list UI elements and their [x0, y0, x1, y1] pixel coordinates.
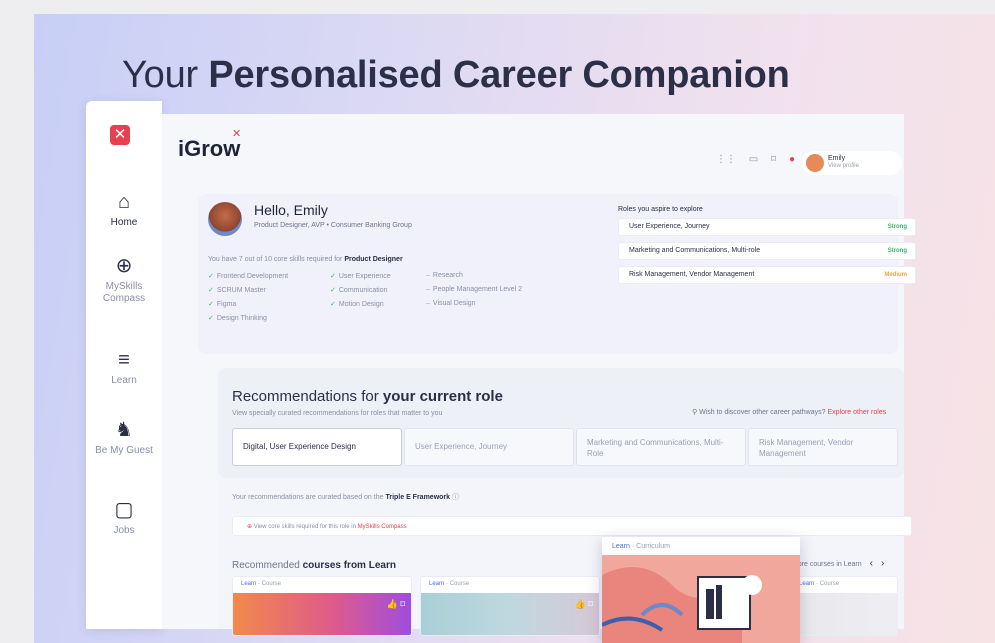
recommendations-title: Recommendations for your current role [232, 388, 503, 405]
skill-item: ✓ Communication [330, 287, 388, 294]
skill-item-missing: – Visual Design [426, 300, 476, 307]
skills-notice: ⊕ View core skills required for this rol… [232, 516, 912, 536]
bookmark-icon[interactable]: ⌑ [588, 599, 593, 609]
skill-item: ✓ Design Thinking [208, 315, 267, 322]
sidebar-item-home[interactable]: ⌂ Home [86, 191, 162, 229]
skill-item: ✓ SCRUM Master [208, 287, 266, 294]
home-icon: ⌂ [117, 191, 131, 213]
myskills-compass-link[interactable]: MySkills Compass [358, 524, 407, 530]
status-badge: Strong [887, 248, 907, 254]
skill-item: ✓ Motion Design [330, 301, 384, 308]
course-thumbnail [233, 593, 411, 635]
help-icon[interactable]: ⓘ [452, 494, 459, 501]
check-icon: ✓ [330, 273, 336, 280]
chat-icon[interactable]: ▭ [749, 154, 758, 165]
role-tab-risk-management[interactable]: Risk Management, Vendor Management [748, 428, 898, 466]
sidebar-item-myskills-compass[interactable]: ⊕ MySkills Compass [86, 255, 162, 305]
explore-roles-link[interactable]: Explore other roles [827, 409, 886, 416]
apps-grid-icon[interactable]: ⋮⋮ [716, 154, 736, 165]
course-card[interactable]: Learn · Course 👍 ⌑ [420, 576, 600, 636]
aspired-role-row[interactable]: User Experience, Journey Strong [618, 218, 916, 236]
skill-item: ✓ User Experience [330, 273, 391, 280]
check-icon: ✓ [208, 301, 214, 308]
brand-logo[interactable]: iGrow ✕ [178, 128, 241, 162]
curriculum-card-popup[interactable]: Learn · Curriculum [602, 537, 800, 643]
role-tab-ux-journey[interactable]: User Experience, Journey [404, 428, 574, 466]
top-icons: ⋮⋮ ▭ ⌑ ● [716, 154, 805, 165]
notification-bell-icon[interactable]: ● [789, 154, 795, 165]
aspired-role-row[interactable]: Risk Management, Vendor Management Mediu… [618, 266, 916, 284]
user-role: Product Designer, AVP • Consumer Banking… [254, 222, 412, 229]
skills-summary: You have 7 out of 10 core skills require… [208, 256, 403, 263]
alert-icon: ⊕ [247, 524, 254, 530]
status-badge: Medium [884, 272, 907, 278]
dash-icon: – [426, 272, 430, 279]
hello-card: Hello, Emily Product Designer, AVP • Con… [198, 194, 916, 354]
course-card[interactable]: Learn · Course [790, 576, 898, 636]
status-badge: Strong [887, 224, 907, 230]
sidebar-item-be-my-guest[interactable]: ♞ Be My Guest [86, 419, 162, 457]
recommendations-card: Recommendations for your current role Vi… [218, 368, 904, 478]
skill-item: ✓ Frontend Development [208, 273, 289, 280]
dash-icon: – [426, 300, 430, 307]
curation-note: Your recommendations are curated based o… [232, 494, 459, 501]
course-card[interactable]: Learn · Course 👍 ⌑ [232, 576, 412, 636]
user-profile-chip[interactable]: Emily View profile [802, 151, 902, 175]
course-thumbnail [421, 593, 599, 635]
like-icon[interactable]: 👍 [575, 599, 586, 609]
aspired-role-row[interactable]: Marketing and Communications, Multi-role… [618, 242, 916, 260]
role-tab-digital-ux-design[interactable]: Digital, User Experience Design [232, 428, 402, 466]
skill-item-missing: – Research [426, 272, 463, 279]
courses-title: Recommended courses from Learn [232, 560, 396, 571]
role-tab-marketing-communications[interactable]: Marketing and Communications, Multi-Role [576, 428, 746, 466]
headline: Your Personalised Career Companion [122, 54, 790, 96]
briefcase-icon: ▢ [114, 499, 134, 521]
compass-icon: ⊕ [115, 255, 133, 277]
avatar [208, 202, 242, 236]
check-icon: ✓ [208, 315, 214, 322]
avatar [806, 154, 824, 172]
bookmark-icon[interactable]: ⌑ [400, 599, 405, 609]
explore-roles-prompt: ⚲ Wish to discover other career pathways… [692, 409, 887, 416]
bookmark-icon[interactable]: ⌑ [771, 154, 776, 165]
like-icon[interactable]: 👍 [387, 599, 398, 609]
chevron-right-icon[interactable]: › [881, 558, 884, 569]
roles-title: Roles you aspire to explore [618, 206, 703, 213]
check-icon: ✓ [208, 273, 214, 280]
skill-item: ✓ Figma [208, 301, 237, 308]
app-logo-icon[interactable]: ✕ [110, 125, 130, 145]
top-bar: iGrow ✕ ⋮⋮ ▭ ⌑ ● Emily View profile [162, 114, 904, 175]
dash-icon: – [426, 286, 430, 293]
check-icon: ✓ [330, 287, 336, 294]
sidebar-item-learn[interactable]: ≡ Learn [86, 349, 162, 387]
courses-section: Your recommendations are curated based o… [218, 478, 912, 636]
skill-item-missing: – People Management Level 2 [426, 286, 523, 293]
curriculum-illustration [602, 555, 800, 643]
runner-icon: ♞ [115, 419, 133, 441]
greeting-title: Hello, Emily [254, 202, 328, 218]
check-icon: ✓ [208, 287, 214, 294]
library-icon: ≡ [118, 349, 130, 371]
more-courses-link[interactable]: more courses in Learn ‹ › [792, 558, 884, 569]
course-thumbnail [791, 593, 897, 635]
recommendations-subtitle: View specially curated recommendations f… [232, 410, 443, 417]
sidebar: ✕ ⌂ Home ⊕ MySkills Compass ≡ Learn ♞ Be… [86, 101, 162, 629]
check-icon: ✓ [330, 301, 336, 308]
chevron-left-icon[interactable]: ‹ [870, 558, 873, 569]
sidebar-item-jobs[interactable]: ▢ Jobs [86, 499, 162, 537]
